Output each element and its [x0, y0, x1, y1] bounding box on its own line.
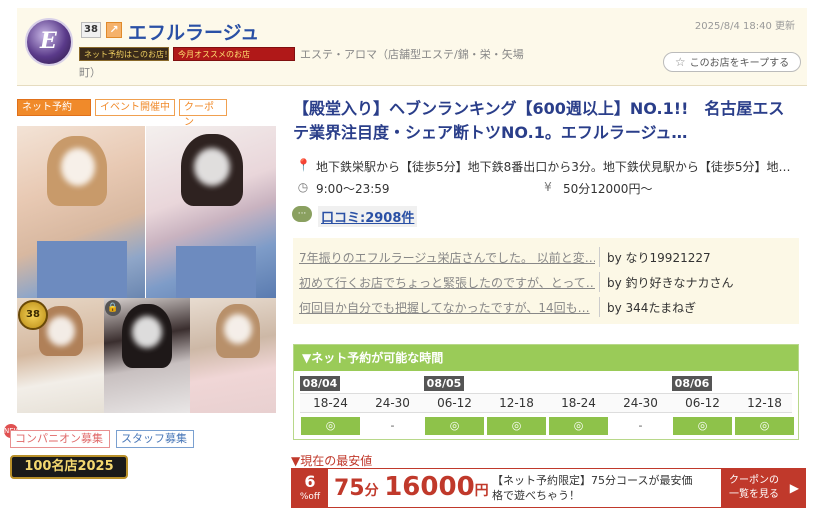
review-text[interactable]: 初めて行くお店でちょっと緊張したのですが、とって…: [299, 274, 595, 291]
reserve-slot-button[interactable]: ◎: [301, 417, 360, 435]
review-item[interactable]: 初めて行くお店でちょっと緊張したのですが、とって… by 釣り好きなナカさん: [293, 269, 799, 294]
girl-photo-2[interactable]: [146, 126, 276, 298]
reserve-slot-unavailable: -: [390, 419, 395, 432]
kuchikomi-link[interactable]: 口コミ:2908件: [318, 206, 418, 227]
reserve-slot-button[interactable]: ◎: [673, 417, 732, 435]
time-slot-label: 18-24: [561, 396, 596, 410]
shop-category-continued: 町）: [79, 66, 101, 79]
lowest-price-label: ▼現在の最安値: [291, 454, 373, 468]
shop-name-link[interactable]: エフルラージュ: [128, 18, 259, 45]
monthly-recommend-badge: 今月オススメのお店: [173, 47, 295, 61]
price-info: 50分12000円〜: [563, 182, 653, 196]
keep-shop-button[interactable]: ☆ このお店をキープする: [663, 52, 801, 72]
time-slot-label: 24-30: [623, 396, 658, 410]
arrow-right-icon: ▶: [789, 481, 799, 495]
time-slot-label: 12-18: [747, 396, 782, 410]
shop-logo[interactable]: E: [25, 18, 73, 66]
staff-recruit-button[interactable]: スタッフ募集: [116, 430, 194, 448]
time-slot-label: 24-30: [375, 396, 410, 410]
rank-badge: 38: [81, 22, 101, 38]
shop-headline[interactable]: 【殿堂入り】ヘブンランキング【600週以上】NO.1!! 名古屋エステ業界注目度…: [293, 97, 799, 145]
speech-bubble-icon: ···: [292, 206, 312, 222]
external-link-icon[interactable]: ↗: [106, 22, 122, 38]
review-text[interactable]: 7年振りのエフルラージュ栄店さんでした。 以前と変…: [299, 249, 595, 266]
review-author: by 釣り好きなナカさん: [607, 276, 734, 290]
price-note: 【ネット予約限定】75分コースが最安価格で遊べちゃう！: [492, 474, 693, 502]
shop-header: E 38 ↗ エフルラージュ 2025/8/4 18:40 更新 ネット予約はこ…: [17, 8, 807, 86]
time-slot-label: 12-18: [499, 396, 534, 410]
time-slot-label: 06-12: [685, 396, 720, 410]
discount-badge: 6 %off: [292, 469, 328, 507]
yen-icon: ¥: [544, 180, 552, 194]
time-slot-label: 06-12: [437, 396, 472, 410]
review-author: by 344たまねぎ: [607, 301, 697, 315]
review-text[interactable]: 何回目か自分でも把握してなかったですが、14回も…: [299, 299, 595, 316]
girl-photo-5[interactable]: [190, 298, 276, 413]
event-tag[interactable]: イベント開催中: [95, 99, 175, 116]
girl-photo-1[interactable]: [17, 126, 145, 298]
review-list: 7年振りのエフルラージュ栄店さんでした。 以前と変… by なり19921227…: [293, 238, 799, 324]
reserve-slot-unavailable: -: [638, 419, 643, 432]
reserve-panel-title: ▼ネット予約が可能な時間: [294, 345, 798, 371]
reserve-slot-button[interactable]: ◎: [425, 417, 484, 435]
clock-icon: ◷: [297, 180, 309, 194]
review-author: by なり19921227: [607, 251, 711, 265]
reserve-slot-button[interactable]: ◎: [487, 417, 546, 435]
net-reserve-panel: ▼ネット予約が可能な時間 08/04 08/05 08/06 18-24 24-…: [293, 344, 799, 440]
update-time: 2025/8/4 18:40 更新: [694, 21, 795, 32]
location-pin-icon: 📍: [296, 158, 311, 172]
star-icon: ☆: [674, 55, 686, 69]
date-tab: 08/06: [672, 376, 712, 391]
review-item[interactable]: 7年振りのエフルラージュ栄店さんでした。 以前と変… by なり19921227: [293, 244, 799, 269]
ranking-medal-icon: 38: [18, 300, 48, 330]
girl-photo-4[interactable]: [104, 298, 190, 413]
date-tab: 08/05: [424, 376, 464, 391]
lowest-price-value: 75分 16000円: [334, 472, 489, 502]
reserve-slot-button[interactable]: ◎: [735, 417, 794, 435]
access-info: 地下鉄栄駅から【徒歩5分】地下鉄8番出口から3分。地下鉄伏見駅から【徒歩5分】地…: [316, 160, 791, 174]
net-reserve-badge: ネット予約はこのお店！: [79, 47, 169, 61]
reserve-slot-button[interactable]: ◎: [549, 417, 608, 435]
time-slot-label: 18-24: [313, 396, 348, 410]
lock-icon: 🔒: [105, 300, 121, 316]
time-slot-row: 18-24 24-30 06-12 12-18 18-24 24-30 06-1…: [300, 393, 792, 413]
net-reserve-tag[interactable]: ネット予約: [17, 99, 91, 116]
coupon-list-button[interactable]: クーポンの 一覧を見る ▶: [721, 469, 805, 507]
date-tab: 08/04: [300, 376, 340, 391]
companion-recruit-button[interactable]: コンパニオン募集: [10, 430, 110, 448]
business-hours: 9:00〜23:59: [316, 182, 390, 196]
coupon-tag[interactable]: クーポン: [179, 99, 227, 128]
review-item[interactable]: 何回目か自分でも把握してなかったですが、14回も… by 344たまねぎ: [293, 294, 799, 319]
shop-category: エステ・アロマ（店舗型エステ/錦・栄・矢場: [300, 48, 524, 61]
meiten-2025-badge: 100名店2025: [10, 455, 128, 479]
lowest-price-box[interactable]: 6 %off 75分 16000円 【ネット予約限定】75分コースが最安価格で遊…: [291, 468, 806, 508]
